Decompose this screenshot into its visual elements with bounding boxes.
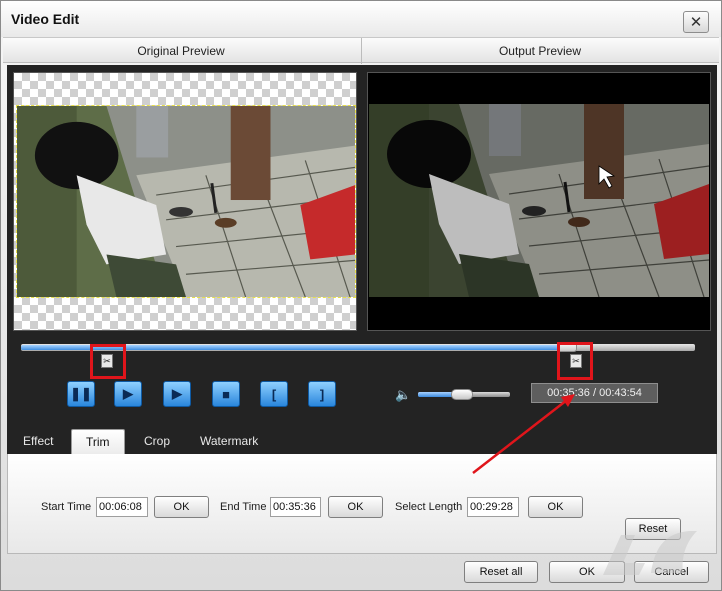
pause-icon: ❚❚ (70, 386, 92, 401)
start-time-label: Start Time (41, 501, 92, 513)
stop-button[interactable]: ■ (212, 381, 240, 407)
title-bar: Video Edit ✕ (1, 1, 721, 37)
pause-button[interactable]: ❚❚ (67, 381, 95, 407)
bracket-left-icon: [ (271, 386, 277, 402)
end-marker-highlight (557, 342, 593, 380)
select-length-input[interactable]: 00:29:28 (467, 497, 519, 517)
start-time-input[interactable]: 00:06:08 (96, 497, 148, 517)
preview-header: Original Preview Output Preview (3, 37, 719, 64)
volume-thumb[interactable] (451, 389, 474, 400)
start-marker-highlight (90, 344, 126, 379)
output-preview-frame[interactable] (369, 104, 709, 297)
original-preview-label: Original Preview (137, 44, 225, 58)
next-frame-icon: ▶ (123, 386, 133, 401)
volume-slider[interactable] (418, 389, 510, 400)
tab-watermark[interactable]: Watermark (200, 434, 258, 448)
end-time-input[interactable]: 00:35:36 (270, 497, 321, 517)
next-frame-button[interactable]: ▶ (114, 381, 142, 407)
output-video-image (369, 104, 709, 297)
select-length-label: Select Length (395, 501, 463, 513)
stop-icon: ■ (222, 386, 230, 402)
step-icon: ▶ (172, 386, 182, 401)
step-button[interactable]: ▶ (163, 381, 191, 407)
tab-bar: Effect Trim Crop Watermark (7, 425, 717, 454)
close-button[interactable]: ✕ (683, 11, 709, 33)
set-end-button[interactable]: ] (308, 381, 336, 407)
video-edit-window: Video Edit ✕ Original Preview Output Pre… (0, 0, 722, 591)
tab-crop[interactable]: Crop (144, 434, 170, 448)
reset-all-button[interactable]: Reset all (464, 561, 538, 583)
tab-effect[interactable]: Effect (23, 434, 53, 448)
time-display: 00:35:36 / 00:43:54 (531, 383, 658, 403)
tab-trim[interactable]: Trim (71, 429, 125, 454)
select-length-ok-button[interactable]: OK (528, 496, 583, 518)
end-time-label: End Time (220, 501, 267, 513)
original-preview-frame[interactable] (16, 105, 356, 298)
close-icon: ✕ (689, 14, 703, 31)
watermark-logo-icon (603, 531, 697, 575)
bracket-right-icon: ] (319, 386, 325, 402)
volume-icon[interactable]: 🔈 (395, 387, 411, 402)
set-start-button[interactable]: [ (260, 381, 288, 407)
output-preview-label: Output Preview (498, 44, 582, 58)
end-time-ok-button[interactable]: OK (328, 496, 383, 518)
original-video-image (17, 106, 355, 297)
start-time-ok-button[interactable]: OK (154, 496, 209, 518)
window-title: Video Edit (11, 11, 80, 27)
